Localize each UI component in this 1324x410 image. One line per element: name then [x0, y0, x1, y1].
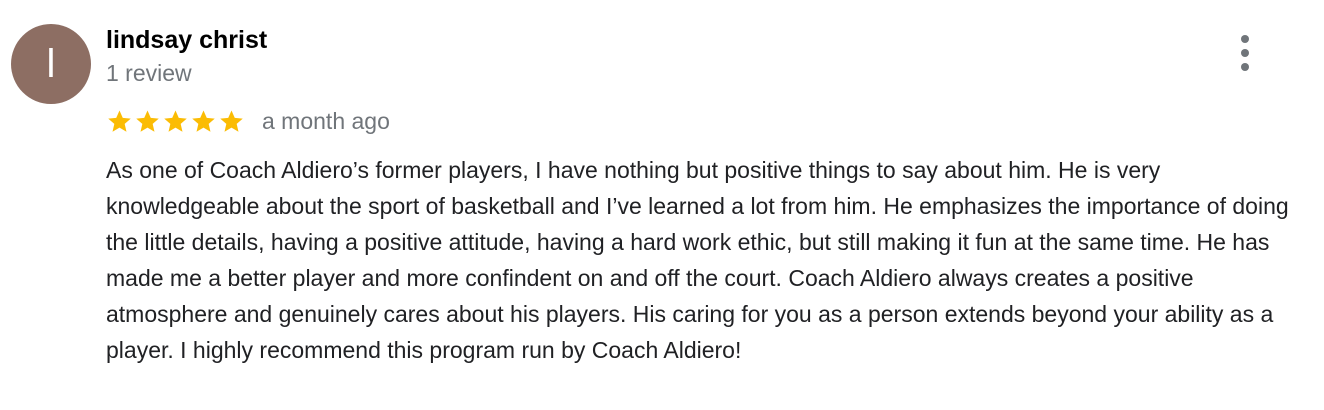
avatar[interactable]: l — [11, 24, 91, 104]
review-card: l lindsay christ 1 review a month ago As… — [0, 0, 1324, 410]
star-rating — [106, 108, 245, 135]
avatar-initial: l — [46, 41, 56, 86]
review-date: a month ago — [262, 108, 390, 134]
star-icon — [106, 108, 133, 135]
more-vert-icon-dot — [1241, 63, 1249, 71]
author-name[interactable]: lindsay christ — [106, 24, 267, 56]
more-vert-icon-dot — [1241, 49, 1249, 57]
more-vert-icon — [1241, 35, 1249, 43]
review-count: 1 review — [106, 60, 192, 86]
rating-row: a month ago — [106, 106, 390, 136]
review-text: As one of Coach Aldiero’s former players… — [106, 157, 1289, 363]
star-icon — [218, 108, 245, 135]
star-icon — [162, 108, 189, 135]
star-icon — [134, 108, 161, 135]
star-icon — [190, 108, 217, 135]
more-options-button[interactable] — [1226, 32, 1264, 74]
